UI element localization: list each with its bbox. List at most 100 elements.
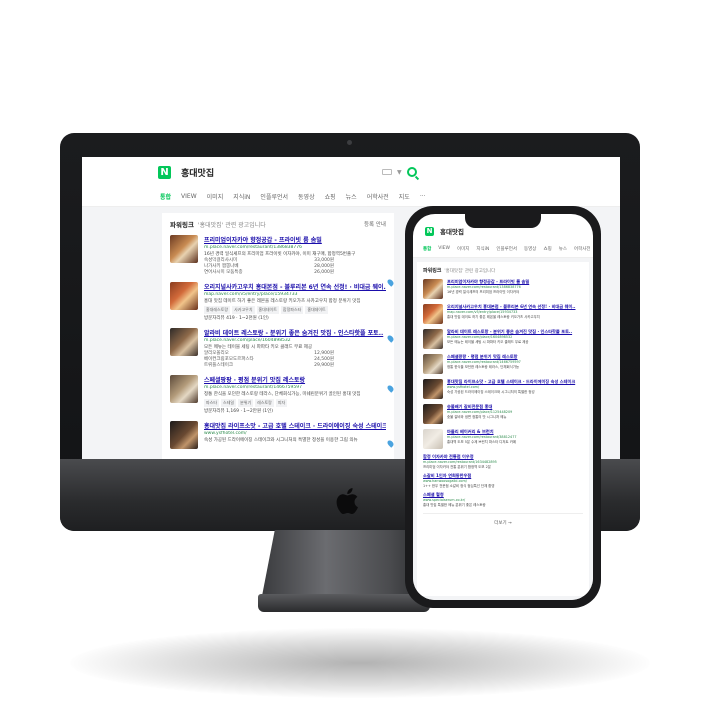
ad-url[interactable]: map.naver.com/v5/entry/place/15934733	[204, 292, 386, 297]
tab-item[interactable]: 어학사전	[367, 192, 389, 201]
phone-ad-thumbnail[interactable]	[423, 329, 443, 349]
ad-item[interactable]: 오리지널사카고우치 홍대본점 - 블루리본 6년 연속 선정! · 비대금 웨이…	[170, 282, 386, 321]
ad-url[interactable]: m.place.naver.com/place/1604898532	[204, 338, 386, 343]
phone-ad-description: 모든 메뉴는 테이블 세팅 시 파파타 키오 클래드 무료 제공	[447, 340, 529, 344]
floor-shadow	[70, 628, 650, 698]
phone-tab-item[interactable]: 이미지	[457, 246, 469, 257]
ad-tag[interactable]: 파스타	[204, 399, 220, 407]
ad-tag[interactable]: 합정파스타	[280, 306, 304, 314]
ad-tag[interactable]: 사카고우치	[232, 306, 255, 314]
search-icon[interactable]	[406, 167, 417, 177]
phone-text-ad-item[interactable]: 합정 이자카야 전통점 이우정 m.place.naver.com/restaur…	[423, 454, 583, 469]
phone-ad-item[interactable]: 숭불배기 갈비전문점 홍대 m.place.naver.com/place/112…	[423, 404, 583, 424]
ad-register-link[interactable]: 등록 안내	[364, 220, 386, 228]
phone-ad-description: 숯불 갈비와 냉면 정통의 맛 시그니처 메뉴	[447, 415, 507, 419]
tab-item[interactable]: 동영상	[298, 192, 315, 201]
phone-ad-description: 홍대역 도보 5분 수제 브런치 파스타 디저트 카페	[447, 440, 516, 444]
tab-item[interactable]: ···	[420, 193, 426, 200]
phone-ad-thumbnail[interactable]	[423, 379, 443, 399]
ad-tag[interactable]: 홍대레스토랑	[204, 306, 231, 314]
ad-tag[interactable]: 분위기	[238, 399, 254, 407]
tab-item[interactable]: 인플루언서	[260, 192, 288, 201]
phone-ad-item[interactable]: 오리지널사카고우치 홍대본점 - 블루리본 6년 연속 선정! · 비대금 웨이…	[423, 304, 583, 324]
menu-price-row[interactable]: 트뤼플스테이크 29,900원	[204, 362, 334, 368]
camera-icon	[347, 140, 352, 145]
ad-url[interactable]: m.place.naver.com/restaurant/1466759597	[204, 385, 386, 390]
tab-item[interactable]: 쇼핑	[325, 192, 336, 201]
menu-price: 29,900원	[314, 363, 334, 368]
ad-url[interactable]: www.ysfhotel.com/	[204, 431, 386, 436]
naver-logo-icon[interactable]: N	[425, 226, 434, 236]
phone-ad-description: 홍대 맛집 데이트 하기 좋은 레몬을 레스토랑 키오가츠 사카고우치	[447, 315, 540, 319]
phone-tab-item[interactable]: 쇼핑	[543, 246, 551, 257]
tab-item[interactable]: VIEW	[181, 193, 197, 200]
search-tabs: 통합 VIEW 이미지 지식iN 인플루언서 동영상 쇼핑 뉴스 어학사전 지도 ···	[82, 187, 620, 207]
naver-logo-icon[interactable]: N	[158, 165, 171, 179]
phone-ad-item[interactable]: 홍대맛집 라이프소맛 - 고급 호텔 스테이크 · 드라이에이징 숙성 스테이크…	[423, 379, 583, 399]
phone-ad-item[interactable]: 스페셜팡팡 · 평점 분위기 맛집 레스토랑 m.place.naver.com/…	[423, 354, 583, 374]
ad-thumbnail[interactable]	[170, 375, 198, 403]
ad-title-link[interactable]: 홍대맛집 라이프소맛 - 고급 호텔 스테이크 · 드라이에이징 숙성 스테이크	[204, 421, 386, 430]
ad-item[interactable]: 홍대맛집 라이프소맛 - 고급 호텔 스테이크 · 드라이에이징 숙성 스테이크…	[170, 421, 386, 449]
phone-text-ad-item[interactable]: 소갈비 1인자 연희동한우점 www.hanwoosogalbi.com/1++ …	[423, 473, 583, 488]
ad-url[interactable]: m.place.naver.com/restaurant/1386838776	[204, 245, 386, 250]
phone-tab-item[interactable]: 동영상	[524, 246, 536, 257]
ad-body: 프리미엄이자카야 향정공갑 - 프라이빗 룸 솜밀 m.place.naver.c…	[204, 235, 386, 275]
tab-item[interactable]: 뉴스	[346, 192, 357, 201]
ad-tag[interactable]: 홍대데이트	[256, 306, 279, 314]
ad-thumbnail[interactable]	[170, 328, 198, 356]
phone-text-ad-item[interactable]: 스페셜 혈청 www.specialserum.co.kr/홍대 맛집 특별한 메…	[423, 492, 583, 507]
chevron-down-icon[interactable]: ▼	[397, 169, 402, 176]
ad-thumbnail[interactable]	[170, 282, 198, 310]
powerlink-subtitle: '홍대맛집' 관련 광고입니다	[197, 221, 266, 229]
phone-text-ad-list: 합정 이자카야 전통점 이우정 m.place.naver.com/restaur…	[423, 454, 583, 507]
phone-tab-item[interactable]: VIEW	[438, 246, 450, 257]
ad-body: 홍대맛집 라이프소맛 - 고급 호텔 스테이크 · 드라이에이징 숙성 스테이크…	[204, 421, 386, 449]
tab-item[interactable]: 지도	[399, 192, 410, 201]
ad-tag[interactable]: 스테일	[221, 399, 237, 407]
ad-title-link[interactable]: 프리미엄이자카야 향정공갑 - 프라이빗 룸 솜밀	[204, 235, 386, 244]
ad-meta: 방문자리뷰 419 · 1~2천원 (1인)	[204, 316, 269, 321]
imac-stand	[262, 530, 422, 596]
tab-item[interactable]: 이미지	[207, 192, 224, 201]
phone-ad-item[interactable]: 프리미엄이자카야 향정공갑 - 프라이빗 룸 솜밀 m.place.naver.c…	[423, 279, 583, 299]
phone-ad-body: 프리미엄이자카야 향정공갑 - 프라이빗 룸 솜밀 m.place.naver.c…	[447, 279, 583, 299]
menu-price-row[interactable]: 연어사시미 모둠특종 26,000원	[204, 269, 334, 275]
phone-tab-item[interactable]: 뉴스	[559, 246, 567, 257]
phone-powerlink-title: 파워링크	[423, 268, 442, 274]
phone-ad-item[interactable]: 알라비 데이트 레스토랑 - 분위기 좋은 숨겨진 맛집 · 인스타핫플 포토.…	[423, 329, 583, 349]
ad-tag[interactable]: 레스토랑	[255, 399, 274, 407]
phone-text-ad-description: 프리미엄 이자카야 전통 분위기 합정역 도보 2분	[423, 465, 491, 469]
phone-tab-item[interactable]: 통합	[423, 246, 431, 257]
ad-thumbnail[interactable]	[170, 235, 198, 263]
mockup-stage: N 홍대맛집 ▼ 통합 VIEW 이미지 지식iN 인플루언서 동영상 쇼핑 뉴스 어학사전 지도…	[0, 0, 720, 720]
ad-item[interactable]: 알라비 데이트 레스토랑 - 분위기 좋은 숨겨진 맛집 · 인스타핫플 포토.…	[170, 328, 386, 368]
ad-title-link[interactable]: 스페셜팡팡 · 평점 분위기 맛집 레스토랑	[204, 375, 386, 384]
menu-price: 26,000원	[314, 270, 334, 275]
powerlink-title: 파워링크	[170, 221, 194, 229]
phone-tab-item[interactable]: 어학사전	[574, 246, 591, 257]
phone-ad-thumbnail[interactable]	[423, 354, 443, 374]
phone-search-query[interactable]: 홍대맛집	[440, 226, 464, 236]
phone-ad-thumbnail[interactable]	[423, 279, 443, 299]
phone-tab-item[interactable]: 인플루언서	[496, 246, 517, 257]
ad-thumbnail[interactable]	[170, 421, 198, 449]
more-button[interactable]: 더보기 →	[423, 513, 583, 526]
ad-title-link[interactable]: 알라비 데이트 레스토랑 - 분위기 좋은 숨겨진 맛집 · 인스타핫플 포토.…	[204, 328, 386, 337]
search-query[interactable]: 홍대맛집	[181, 166, 214, 179]
tab-item[interactable]: 지식iN	[233, 192, 250, 201]
phone-ad-thumbnail[interactable]	[423, 404, 443, 424]
ad-title-link[interactable]: 오리지널사카고우치 홍대본점 - 블루리본 6년 연속 선정! · 비대금 웨이…	[204, 282, 386, 291]
ad-tag[interactable]: 피자	[275, 399, 288, 407]
tab-item[interactable]: 통합	[160, 192, 171, 201]
ad-tag[interactable]: 홍대데이트	[305, 306, 328, 314]
phone-ad-item[interactable]: 마들리 베이커리 & 브런치 m.place.naver.com/restaura…	[423, 429, 583, 449]
keyboard-icon[interactable]	[382, 169, 392, 175]
phone-ad-thumbnail[interactable]	[423, 304, 443, 324]
phone-tab-item[interactable]: 지식iN	[476, 246, 489, 257]
ad-meta: 방문자리뷰 1,169 · 1~2만원 (1인)	[204, 409, 274, 414]
phone-ad-thumbnail[interactable]	[423, 429, 443, 449]
ad-item[interactable]: 스페셜팡팡 · 평점 분위기 맛집 레스토랑 m.place.naver.com/…	[170, 375, 386, 414]
ad-item[interactable]: 프리미엄이자카야 향정공갑 - 프라이빗 룸 솜밀 m.place.naver.c…	[170, 235, 386, 275]
phone-screen: N 홍대맛집 통합VIEW이미지지식iN인플루언서동영상쇼핑뉴스어학사전지도 파…	[413, 214, 593, 600]
